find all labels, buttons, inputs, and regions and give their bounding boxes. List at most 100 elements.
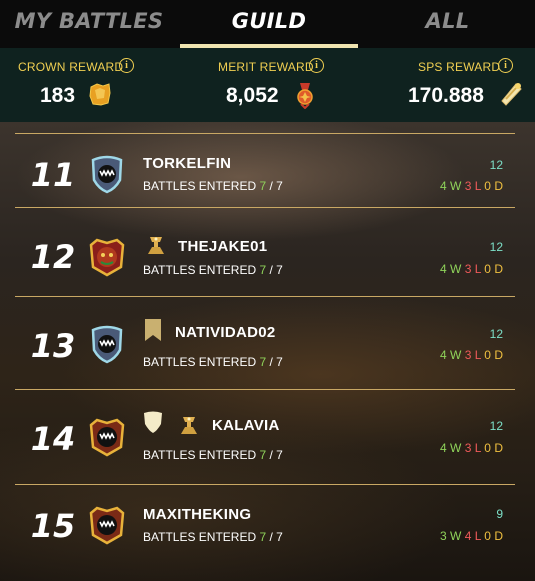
score-value: 12: [489, 327, 503, 341]
rank-number: 14: [30, 420, 76, 458]
merit-reward-label: MERIT REWARD: [218, 60, 314, 74]
score-value: 12: [489, 158, 503, 172]
battles-entered-label: BATTLES ENTERED: [143, 530, 257, 544]
merit-reward-value: 8,052: [226, 84, 279, 107]
losses-count: 4: [464, 529, 472, 543]
guild-shield-gold-icon: [89, 418, 125, 457]
battles-total: / 7: [269, 448, 283, 462]
draws-count: 0: [484, 179, 491, 193]
battles-entered: BATTLES ENTERED 7 / 7: [143, 530, 283, 544]
battles-total: / 7: [269, 530, 283, 544]
player-name[interactable]: MAXITHEKING: [143, 506, 251, 523]
leaderboard-row[interactable]: 12 THEJAKE01 BATTLES ENTERED 7 / 7 12 4 …: [15, 208, 515, 296]
draws-count: 0: [484, 441, 491, 455]
tab-my-battles[interactable]: MY BATTLES: [0, 0, 178, 48]
crown-reward-info-icon[interactable]: i: [119, 58, 134, 73]
wins-count: 3: [439, 529, 447, 543]
crown-reward-label: CROWN REWARD: [18, 60, 124, 74]
sps-reward-info-icon[interactable]: i: [498, 58, 513, 73]
battles-entered-count: 7: [259, 179, 267, 193]
rank-number: 15: [30, 507, 76, 545]
tab-guild[interactable]: GUILD: [180, 0, 358, 48]
rank-number: 12: [30, 238, 76, 276]
crown-reward-icon: [89, 83, 111, 106]
battles-total: / 7: [269, 355, 283, 369]
wins-count: 4: [439, 441, 447, 455]
wins-letter: W: [450, 262, 462, 276]
losses-letter: L: [474, 441, 481, 455]
sps-reward-icon: [501, 83, 522, 106]
guild-shield-gold-icon: [89, 506, 125, 545]
bookmark-banner-icon: [145, 319, 161, 341]
draws-letter: D: [494, 441, 503, 455]
merit-reward-info-icon[interactable]: i: [309, 58, 324, 73]
win-loss-draw: 3 W 4 L 0 D: [440, 529, 503, 543]
shield-icon: [144, 411, 162, 433]
wins-letter: W: [450, 179, 462, 193]
battles-entered-label: BATTLES ENTERED: [143, 263, 257, 277]
leaderboard-row[interactable]: 14 KALAVIA BATTLES ENTERED 7 / 7 12 4 W …: [15, 390, 515, 484]
draws-count: 0: [484, 262, 491, 276]
score-value: 9: [496, 507, 503, 521]
losses-count: 3: [464, 262, 472, 276]
losses-count: 3: [464, 179, 472, 193]
wins-letter: W: [450, 348, 462, 362]
player-name[interactable]: NATIVIDAD02: [175, 324, 276, 341]
battles-entered-count: 7: [259, 355, 267, 369]
draws-letter: D: [494, 179, 503, 193]
losses-letter: L: [474, 262, 481, 276]
losses-letter: L: [474, 529, 481, 543]
wins-count: 4: [439, 179, 447, 193]
leaderboard-row[interactable]: 15 MAXITHEKING BATTLES ENTERED 7 / 7 9 3…: [15, 485, 515, 565]
player-avatar-icon: [89, 238, 125, 277]
wins-letter: W: [450, 441, 462, 455]
guild-shield-silver-icon: [91, 155, 123, 194]
win-loss-draw: 4 W 3 L 0 D: [440, 441, 503, 455]
leaderboard-row[interactable]: 13 NATIVIDAD02 BATTLES ENTERED 7 / 7 12 …: [15, 297, 515, 389]
battles-entered: BATTLES ENTERED 7 / 7: [143, 448, 283, 462]
crown-reward-value: 183: [40, 84, 76, 107]
player-name[interactable]: TORKELFIN: [143, 155, 231, 172]
sps-reward-value: 170.888: [408, 84, 484, 107]
leaderboard-row[interactable]: 11 TORKELFIN BATTLES ENTERED 7 / 7 12 4 …: [15, 134, 515, 207]
draws-count: 0: [484, 348, 491, 362]
wins-letter: W: [450, 529, 462, 543]
crown-reward: CROWN REWARD i 183: [0, 48, 178, 122]
battles-entered-label: BATTLES ENTERED: [143, 355, 257, 369]
battles-entered: BATTLES ENTERED 7 / 7: [143, 263, 283, 277]
guild-rank-icon: [181, 417, 197, 434]
draws-letter: D: [494, 348, 503, 362]
player-name[interactable]: KALAVIA: [212, 417, 280, 434]
draws-letter: D: [494, 529, 503, 543]
draws-count: 0: [484, 529, 491, 543]
wins-count: 4: [439, 348, 447, 362]
tab-bar: MY BATTLES GUILD ALL: [0, 0, 535, 48]
rank-number: 13: [30, 327, 76, 365]
merit-reward: MERIT REWARD i 8,052: [178, 48, 358, 122]
battles-entered-count: 7: [259, 530, 267, 544]
battles-total: / 7: [269, 179, 283, 193]
guild-rank-icon: [148, 237, 164, 254]
battles-entered-label: BATTLES ENTERED: [143, 448, 257, 462]
reward-summary-bar: CROWN REWARD i 183 MERIT REWARD i 8,052 …: [0, 48, 535, 122]
battles-entered-count: 7: [259, 448, 267, 462]
wins-count: 4: [439, 262, 447, 276]
sps-reward-label: SPS REWARD: [418, 60, 501, 74]
losses-count: 3: [464, 441, 472, 455]
losses-letter: L: [474, 348, 481, 362]
win-loss-draw: 4 W 3 L 0 D: [440, 348, 503, 362]
rank-number: 11: [30, 156, 76, 194]
score-value: 12: [489, 419, 503, 433]
losses-letter: L: [474, 179, 481, 193]
losses-count: 3: [464, 348, 472, 362]
sps-reward: SPS REWARD i 170.888: [358, 48, 535, 122]
score-value: 12: [489, 240, 503, 254]
player-name[interactable]: THEJAKE01: [178, 238, 267, 255]
guild-shield-silver-icon: [91, 325, 123, 364]
win-loss-draw: 4 W 3 L 0 D: [440, 179, 503, 193]
battles-entered: BATTLES ENTERED 7 / 7: [143, 355, 283, 369]
tab-all[interactable]: ALL: [360, 0, 535, 48]
merit-reward-icon: [297, 83, 313, 109]
draws-letter: D: [494, 262, 503, 276]
battles-entered-label: BATTLES ENTERED: [143, 179, 257, 193]
